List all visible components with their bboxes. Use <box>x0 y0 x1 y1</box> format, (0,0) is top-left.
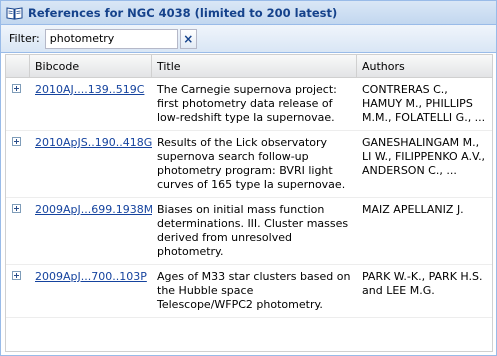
expand-row-icon[interactable] <box>12 84 21 93</box>
authors-cell: PARK W.-K., PARK H.S. and LEE M.G. <box>362 270 483 297</box>
authors-cell: CONTRERAS C., HAMUY M., PHILLIPS M.M., F… <box>362 83 486 124</box>
bibcode-link[interactable]: 2009ApJ...700..103P <box>35 270 147 283</box>
table-row[interactable]: 2010ApJS..190..418G Results of the Lick … <box>6 131 492 198</box>
expander-column-header <box>6 55 30 77</box>
column-header-bibcode[interactable]: Bibcode <box>30 55 152 77</box>
expand-row-icon[interactable] <box>12 137 21 146</box>
table-row[interactable]: 2010AJ....139..519C The Carnegie superno… <box>6 78 492 131</box>
column-header-title[interactable]: Title <box>152 55 357 77</box>
filter-input[interactable] <box>44 28 178 49</box>
panel-header: References for NGC 4038 (limited to 200 … <box>1 1 496 25</box>
authors-cell: GANESHALINGAM M., LI W., FILIPPENKO A.V.… <box>362 136 486 177</box>
bibcode-link[interactable]: 2010AJ....139..519C <box>35 83 144 96</box>
title-cell: Ages of M33 star clusters based on the H… <box>157 270 351 311</box>
grid-header: Bibcode Title Authors <box>6 55 492 78</box>
table-row[interactable]: 2009ApJ...700..103P Ages of M33 star clu… <box>6 265 492 318</box>
title-cell: Biases on initial mass function determin… <box>157 203 349 258</box>
title-cell: The Carnegie supernova project: first ph… <box>157 83 337 124</box>
clear-filter-button[interactable]: × <box>179 28 197 49</box>
expand-row-icon[interactable] <box>12 204 21 213</box>
bibcode-link[interactable]: 2010ApJS..190..418G <box>35 136 152 149</box>
book-icon <box>6 6 23 20</box>
references-grid: Bibcode Title Authors 2010AJ....139..519… <box>5 54 493 352</box>
column-header-authors[interactable]: Authors <box>357 55 492 77</box>
bibcode-link[interactable]: 2009ApJ...699.1938M <box>35 203 152 216</box>
title-cell: Results of the Lick observatory supernov… <box>157 136 346 191</box>
close-icon: × <box>183 31 194 46</box>
filter-toolbar: Filter: × <box>1 25 496 53</box>
filter-label: Filter: <box>9 32 40 45</box>
table-row[interactable]: 2009ApJ...699.1938M Biases on initial ma… <box>6 198 492 265</box>
panel-title: References for NGC 4038 (limited to 200 … <box>28 5 338 20</box>
authors-cell: MAIZ APELLANIZ J. <box>362 203 464 216</box>
references-panel: References for NGC 4038 (limited to 200 … <box>0 0 497 356</box>
expand-row-icon[interactable] <box>12 271 21 280</box>
